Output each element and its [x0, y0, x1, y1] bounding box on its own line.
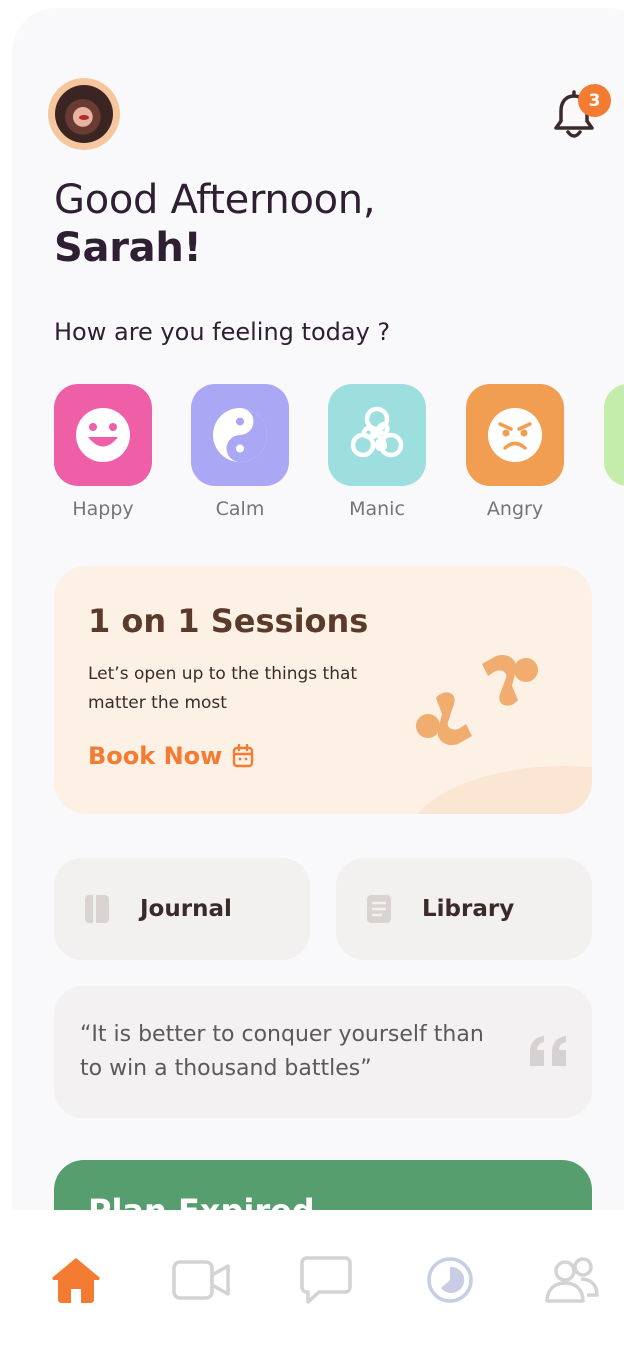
- tab-bar: [12, 1210, 624, 1348]
- community-icon: [545, 1257, 599, 1303]
- video-icon: [172, 1260, 230, 1300]
- mood-happy[interactable]: Happy: [54, 384, 152, 520]
- journal-button[interactable]: Journal: [54, 858, 310, 960]
- mood-calm[interactable]: Calm: [191, 384, 289, 520]
- library-icon: [367, 895, 391, 923]
- home-icon: [52, 1258, 100, 1303]
- mood-label: Manic: [349, 498, 405, 520]
- chat-icon: [300, 1256, 352, 1304]
- tab-community[interactable]: [542, 1252, 602, 1308]
- user-name: Sarah!: [54, 225, 202, 271]
- mood-tile: [328, 384, 426, 486]
- greeting-text: Good Afternoon,: [54, 177, 376, 223]
- angry-face-icon: [488, 408, 542, 462]
- mood-tile: [466, 384, 564, 486]
- tab-home[interactable]: [46, 1252, 106, 1308]
- mood-manic[interactable]: Manic: [328, 384, 426, 520]
- happy-face-icon: [76, 408, 130, 462]
- journal-icon: [85, 895, 109, 923]
- tab-chat[interactable]: [296, 1252, 356, 1308]
- notification-badge: 3: [578, 84, 611, 117]
- quote-mark-icon: [530, 1036, 566, 1066]
- tab-video[interactable]: [172, 1252, 232, 1308]
- mood-angry[interactable]: Angry: [466, 384, 564, 520]
- book-now-label: Book Now: [88, 742, 223, 770]
- insights-icon: [427, 1257, 473, 1303]
- journal-label: Journal: [140, 896, 232, 922]
- tab-insights[interactable]: [420, 1252, 480, 1308]
- mood-tile-next[interactable]: [604, 384, 624, 486]
- avatar[interactable]: [48, 78, 120, 150]
- greeting: Good Afternoon, Sarah!: [54, 176, 574, 272]
- triskelion-icon: [350, 406, 404, 458]
- mood-tile: [191, 384, 289, 486]
- sessions-card[interactable]: 1 on 1 Sessions Let’s open up to the thi…: [54, 566, 592, 814]
- avatar-photo: [55, 85, 113, 143]
- home-screen: 3 Good Afternoon, Sarah! How are you fee…: [12, 8, 624, 1348]
- mood-tile: [54, 384, 152, 486]
- quote-card: “It is better to conquer yourself than t…: [54, 986, 592, 1118]
- people-illustration-icon: [416, 654, 538, 746]
- library-button[interactable]: Library: [336, 858, 592, 960]
- calendar-icon: [233, 744, 254, 768]
- mood-prompt: How are you feeling today ?: [54, 318, 391, 346]
- book-now-button[interactable]: Book Now: [88, 742, 254, 770]
- sessions-title: 1 on 1 Sessions: [88, 602, 369, 640]
- yin-yang-icon: [213, 408, 267, 462]
- card-decoration: [404, 766, 592, 814]
- mood-label: Angry: [486, 498, 544, 520]
- mood-label: Calm: [215, 498, 265, 520]
- mood-label: Happy: [72, 498, 134, 520]
- quote-text: “It is better to conquer yourself than t…: [80, 1022, 484, 1081]
- library-label: Library: [422, 896, 515, 922]
- sessions-description: Let’s open up to the things that matter …: [88, 664, 358, 713]
